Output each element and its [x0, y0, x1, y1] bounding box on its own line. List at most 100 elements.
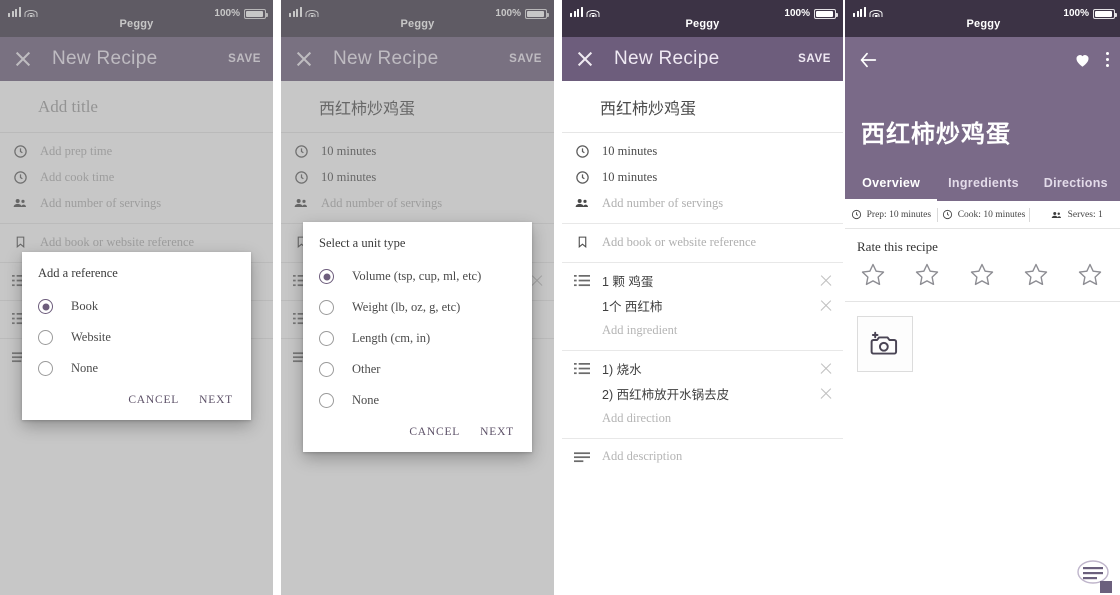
cook-time-field[interactable]: 10 minutes	[562, 164, 843, 190]
prep-time-field[interactable]: 10 minutes	[281, 138, 554, 164]
save-button[interactable]: SAVE	[228, 53, 261, 65]
radio-indicator	[38, 299, 53, 314]
carrier-label: Peggy	[966, 17, 1001, 30]
rating-label: Rate this recipe	[857, 239, 938, 254]
remove-icon[interactable]	[530, 274, 544, 288]
add-ingredient-placeholder: Add ingredient	[602, 323, 678, 337]
direction-label: 1) 烧水	[602, 363, 642, 377]
recipe-title-input[interactable]: Add title	[0, 81, 273, 133]
cook-time-placeholder: Add cook time	[40, 169, 115, 184]
people-icon	[572, 195, 592, 211]
status-bar: Peggy 100%	[0, 0, 273, 37]
close-icon[interactable]	[293, 48, 315, 70]
hero-toolbar	[845, 37, 1120, 71]
star-icon-2[interactable]	[913, 261, 941, 289]
remove-icon[interactable]	[819, 274, 833, 288]
remove-icon[interactable]	[819, 362, 833, 376]
radio-option-none[interactable]: None	[319, 385, 516, 416]
next-button[interactable]: NEXT	[480, 426, 514, 438]
carrier-label: Peggy	[400, 17, 435, 30]
remove-icon[interactable]	[819, 299, 833, 313]
description-field[interactable]: Add description	[562, 444, 843, 469]
list-icon	[572, 274, 592, 288]
add-description-placeholder: Add description	[602, 449, 683, 463]
detail-tabs: Overview Ingredients Directions	[845, 176, 1120, 201]
radio-option-length[interactable]: Length (cm, in)	[319, 323, 516, 354]
radio-label: None	[71, 361, 99, 375]
ingredient-item[interactable]: 1 颗 鸡蛋	[562, 268, 843, 293]
battery-icon	[525, 8, 549, 19]
directions-section: 1) 烧水 2) 西红柿放开水锅去皮 Add direction	[562, 351, 843, 439]
add-direction-placeholder: Add direction	[602, 411, 672, 425]
servings-field[interactable]: Add number of servings	[562, 190, 843, 216]
status-bar: Peggy 100%	[845, 0, 1120, 37]
dialog-title: Select a unit type	[319, 236, 406, 250]
prep-time-value: 10 minutes	[602, 143, 658, 158]
dialog-actions: CANCEL NEXT	[319, 416, 516, 444]
page-title: New Recipe	[333, 48, 439, 69]
close-icon[interactable]	[12, 48, 34, 70]
star-icon-5[interactable]	[1076, 261, 1104, 289]
radio-option-volume[interactable]: Volume (tsp, cup, ml, etc)	[319, 261, 516, 292]
panel-recipe-detail: Peggy 100% 西红柿炒鸡蛋 Overview Ingredients D…	[845, 0, 1120, 595]
cancel-button[interactable]: CANCEL	[128, 394, 179, 406]
radio-label: Book	[71, 299, 99, 313]
cook-time-value: 10 minutes	[602, 169, 658, 184]
add-direction-field[interactable]: Add direction	[562, 406, 843, 431]
reference-field[interactable]: Add book or website reference	[562, 229, 843, 255]
status-bar-left	[570, 7, 600, 17]
ingredient-item[interactable]: 1个 西红柿	[562, 293, 843, 318]
status-bar: Peggy 100%	[562, 0, 843, 37]
tab-ingredients[interactable]: Ingredients	[937, 176, 1029, 201]
save-button[interactable]: SAVE	[509, 53, 542, 65]
radio-option-none[interactable]: None	[38, 353, 235, 384]
tab-directions[interactable]: Directions	[1030, 176, 1120, 201]
close-icon[interactable]	[574, 48, 596, 70]
radio-option-website[interactable]: Website	[38, 322, 235, 353]
cancel-button[interactable]: CANCEL	[409, 426, 460, 438]
clock-icon	[291, 144, 311, 159]
clock-icon	[291, 170, 311, 185]
panel-new-recipe-filled: Peggy 100% New Recipe SAVE 西红柿炒鸡蛋 10 min…	[562, 0, 843, 595]
star-icon-1[interactable]	[859, 261, 887, 289]
radio-label: Length (cm, in)	[352, 331, 431, 345]
status-bar-right: 100%	[784, 8, 838, 19]
more-vertical-icon[interactable]	[1106, 51, 1110, 69]
recipe-title: 西红柿炒鸡蛋	[861, 121, 1011, 148]
radio-option-book[interactable]: Book	[38, 291, 235, 322]
ingredient-label: 1个 西红柿	[602, 300, 663, 314]
clock-icon	[572, 170, 592, 185]
next-button[interactable]: NEXT	[199, 394, 233, 406]
cook-time-field[interactable]: Add cook time	[0, 164, 273, 190]
cook-time-value: 10 minutes	[321, 169, 377, 184]
star-icon-3[interactable]	[968, 261, 996, 289]
battery-percent-label: 100%	[784, 8, 810, 19]
tab-overview[interactable]: Overview	[845, 176, 938, 201]
signal-bars-icon	[289, 7, 302, 17]
servings-field[interactable]: Add number of servings	[281, 190, 554, 216]
heart-icon[interactable]	[1073, 51, 1092, 69]
status-bar: Peggy 100%	[281, 0, 554, 37]
star-icon-4[interactable]	[1022, 261, 1050, 289]
save-button[interactable]: SAVE	[798, 53, 831, 65]
direction-item[interactable]: 2) 西红柿放开水锅去皮	[562, 381, 843, 406]
signal-bars-icon	[570, 7, 583, 17]
direction-item[interactable]: 1) 烧水	[562, 356, 843, 381]
radio-indicator	[319, 269, 334, 284]
radio-option-weight[interactable]: Weight (lb, oz, g, etc)	[319, 292, 516, 323]
cook-time-field[interactable]: 10 minutes	[281, 164, 554, 190]
meta-cook-label: Cook: 10 minutes	[957, 209, 1026, 220]
time-servings-section: 10 minutes 10 minutes Add number of serv…	[562, 133, 843, 224]
servings-field[interactable]: Add number of servings	[0, 190, 273, 216]
prep-time-field[interactable]: 10 minutes	[562, 138, 843, 164]
recipe-title-input[interactable]: 西红柿炒鸡蛋	[281, 81, 554, 133]
prep-time-field[interactable]: Add prep time	[0, 138, 273, 164]
add-ingredient-field[interactable]: Add ingredient	[562, 318, 843, 343]
radio-option-other[interactable]: Other	[319, 354, 516, 385]
prep-time-placeholder: Add prep time	[40, 143, 113, 158]
back-arrow-icon[interactable]	[857, 49, 879, 71]
dialog-surface: Select a unit type Volume (tsp, cup, ml,…	[303, 222, 532, 452]
add-photo-button[interactable]	[857, 316, 913, 372]
remove-icon[interactable]	[819, 387, 833, 401]
recipe-title-input[interactable]: 西红柿炒鸡蛋	[562, 81, 843, 133]
